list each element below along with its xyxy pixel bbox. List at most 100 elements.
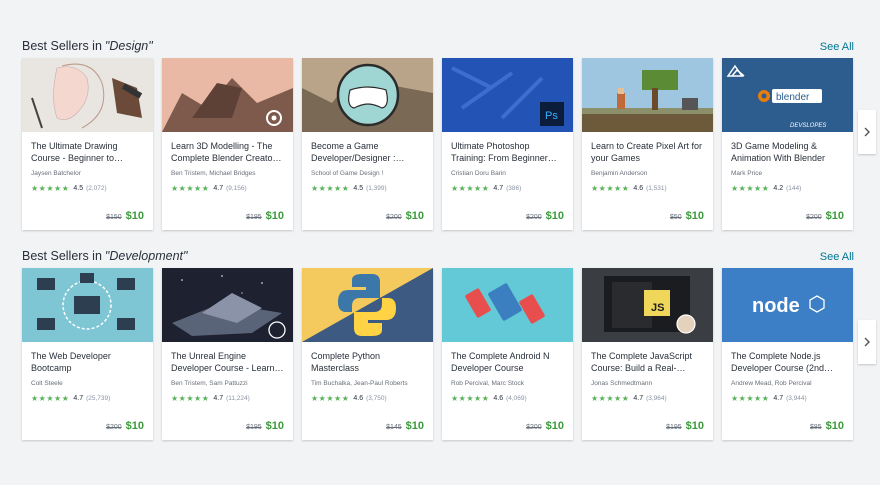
course-card[interactable]: The Web Developer Bootcamp Colt Steele ★… — [22, 268, 153, 440]
course-card[interactable]: Become a Game Developer/Designer :… Scho… — [302, 58, 433, 230]
course-title: Learn 3D Modelling - The Complete Blende… — [171, 141, 282, 163]
rating-stars-icon: ★★★★★ — [731, 184, 770, 193]
rating-stars-icon: ★★★★★ — [731, 394, 770, 403]
course-author: Ben Tristem, Michael Bridges — [171, 170, 256, 177]
course-author: Ben Tristem, Sam Pattuzzi — [171, 380, 248, 387]
course-author: Jaysen Batchelor — [31, 170, 81, 177]
course-card[interactable]: node The Complete Node.js Developer Cour… — [722, 268, 853, 440]
course-rating: ★★★★★ 4.5 (1,399) — [311, 184, 425, 193]
course-title: 3D Game Modeling & Animation With Blende… — [731, 141, 826, 163]
ps-label: Ps — [545, 110, 558, 122]
section-label: Best Sellers in — [22, 39, 102, 53]
avatar — [676, 314, 696, 334]
rating-count: (4,069) — [506, 395, 527, 402]
rating-count: (9,156) — [226, 185, 247, 192]
sale-price: $10 — [545, 420, 564, 432]
section-category: "Design" — [104, 39, 153, 53]
course-author: Andrew Mead, Rob Percival — [731, 380, 812, 387]
rating-stars-icon: ★★★★★ — [451, 184, 490, 193]
course-rating: ★★★★★ 4.5 (2,072) — [31, 184, 145, 193]
rating-stars-icon: ★★★★★ — [31, 394, 70, 403]
rating-count: (3,750) — [366, 395, 387, 402]
course-title: Become a Game Developer/Designer :… — [311, 141, 405, 163]
course-thumbnail — [582, 58, 713, 132]
rating-stars-icon: ★★★★★ — [171, 394, 210, 403]
rating-stars-icon: ★★★★★ — [591, 394, 630, 403]
course-rating: ★★★★★ 4.6 (3,750) — [311, 394, 425, 403]
course-card[interactable]: JS The Complete JavaScript Course: Build… — [582, 268, 713, 440]
course-price: $85 $10 — [810, 420, 844, 432]
rating-count: (1,531) — [646, 185, 667, 192]
see-all-link[interactable]: See All — [820, 251, 854, 263]
sale-price: $10 — [265, 420, 284, 432]
section-header: Best Sellers in "Design" See All — [22, 36, 854, 56]
course-thumbnail: node — [722, 268, 853, 342]
course-carousel: The Ultimate Drawing Course - Beginner t… — [22, 58, 876, 232]
rating-stars-icon: ★★★★★ — [311, 184, 350, 193]
course-card[interactable]: Ps Ultimate Photoshop Training: From Beg… — [442, 58, 573, 230]
course-thumbnail — [22, 268, 153, 342]
rating-count: (2,072) — [86, 185, 107, 192]
rating-count: (3,964) — [646, 395, 667, 402]
section-title: Best Sellers in "Design" — [22, 39, 153, 53]
sale-price: $10 — [545, 210, 564, 222]
course-price: $200 $10 — [526, 210, 564, 222]
course-rating: ★★★★★ 4.2 (144) — [731, 184, 845, 193]
section-development: Best Sellers in"Development" See All Th — [22, 246, 876, 442]
carousel-next-button[interactable] — [858, 110, 876, 154]
course-rating: ★★★★★ 4.7 (9,156) — [171, 184, 285, 193]
rating-stars-icon: ★★★★★ — [451, 394, 490, 403]
rating-stars-icon: ★★★★★ — [311, 394, 350, 403]
original-price: $145 — [386, 424, 402, 431]
course-author: School of Game Design ! — [311, 170, 384, 177]
course-title: The Ultimate Drawing Course - Beginner t… — [31, 141, 124, 163]
course-title: The Complete JavaScript Course: Build a … — [591, 351, 693, 373]
rating-value: 4.7 — [633, 395, 644, 402]
rating-count: (1,399) — [366, 185, 387, 192]
course-thumbnail: blender DEVSLOPES — [722, 58, 853, 132]
rating-stars-icon: ★★★★★ — [591, 184, 630, 193]
course-author: Colt Steele — [31, 380, 63, 387]
sale-price: $10 — [685, 210, 704, 222]
rating-count: (3,944) — [786, 395, 807, 402]
course-price: $200 $10 — [806, 210, 844, 222]
sale-price: $10 — [405, 420, 424, 432]
course-card[interactable]: Learn to Create Pixel Art for your Games… — [582, 58, 713, 230]
course-carousel: The Web Developer Bootcamp Colt Steele ★… — [22, 268, 876, 442]
carousel-next-button[interactable] — [858, 320, 876, 364]
course-card[interactable]: Learn 3D Modelling - The Complete Blende… — [162, 58, 293, 230]
original-price: $200 — [806, 214, 822, 221]
node-logo-text: node — [752, 295, 800, 317]
rating-value: 4.6 — [493, 395, 504, 402]
course-card[interactable]: The Complete Android N Developer Course … — [442, 268, 573, 440]
rating-value: 4.7 — [773, 395, 784, 402]
rating-value: 4.5 — [73, 185, 84, 192]
course-thumbnail — [162, 268, 293, 342]
course-card[interactable]: The Unreal Engine Developer Course - Lea… — [162, 268, 293, 440]
sale-price: $10 — [265, 210, 284, 222]
rating-value: 4.5 — [353, 185, 364, 192]
original-price: $200 — [526, 424, 542, 431]
rating-value: 4.7 — [73, 395, 84, 402]
course-thumbnail — [442, 268, 573, 342]
course-card[interactable]: The Ultimate Drawing Course - Beginner t… — [22, 58, 153, 230]
js-label: JS — [651, 302, 664, 314]
course-price: $195 $10 — [246, 420, 284, 432]
sale-price: $10 — [685, 420, 704, 432]
course-price: $200 $10 — [106, 420, 144, 432]
rating-value: 4.6 — [633, 185, 644, 192]
course-rating: ★★★★★ 4.7 (25,739) — [31, 394, 145, 403]
course-card[interactable]: blender DEVSLOPES 3D Game Modeling & Ani… — [722, 58, 853, 230]
rating-value: 4.7 — [213, 185, 224, 192]
original-price: $195 — [246, 424, 262, 431]
course-rating: ★★★★★ 4.7 (3,944) — [731, 394, 845, 403]
course-price: $200 $10 — [526, 420, 564, 432]
course-rating: ★★★★★ 4.7 (3,964) — [591, 394, 705, 403]
see-all-link[interactable]: See All — [820, 41, 854, 53]
sale-price: $10 — [125, 420, 144, 432]
original-price: $195 — [246, 214, 262, 221]
rating-stars-icon: ★★★★★ — [171, 184, 210, 193]
original-price: $200 — [106, 424, 122, 431]
course-thumbnail — [162, 58, 293, 132]
course-card[interactable]: Complete Python Masterclass Tim Buchalka… — [302, 268, 433, 440]
